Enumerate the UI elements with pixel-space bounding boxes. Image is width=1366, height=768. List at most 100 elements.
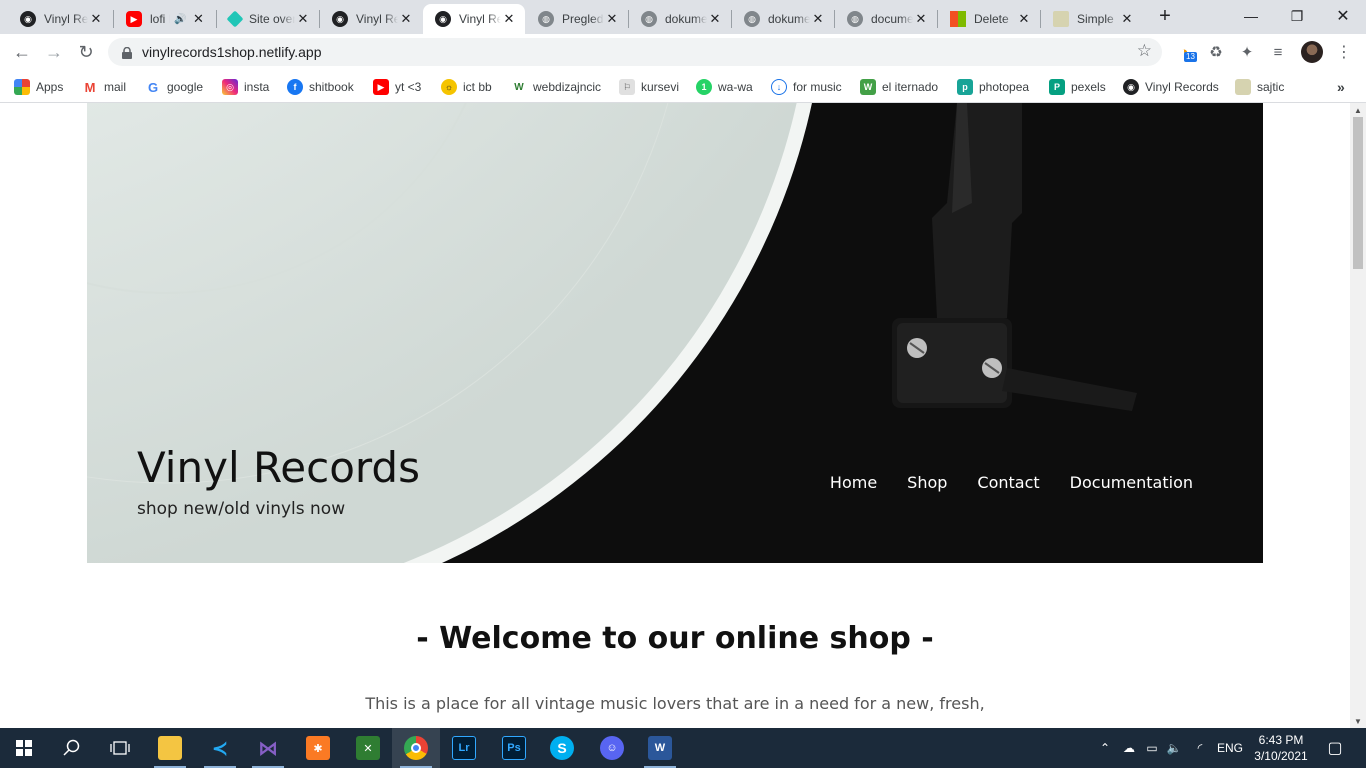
taskbar-photoshop[interactable]: Ps: [490, 728, 538, 768]
extension-badge: 13: [1184, 52, 1197, 62]
close-icon[interactable]: ✕: [398, 11, 414, 27]
menu-kebab-icon[interactable]: ⋮: [1332, 40, 1356, 64]
close-icon[interactable]: ✕: [295, 11, 311, 27]
facebook-icon: f: [287, 79, 303, 95]
close-icon[interactable]: ✕: [707, 11, 723, 27]
media-control-icon[interactable]: ≡: [1266, 40, 1290, 64]
photoshop-icon: Ps: [502, 736, 526, 760]
reload-button[interactable]: ↻: [72, 38, 100, 66]
bookmark-pexels[interactable]: P pexels: [1049, 77, 1106, 97]
nav-shop-link[interactable]: Shop: [907, 473, 947, 492]
google-icon: G: [145, 79, 161, 95]
nav-home-link[interactable]: Home: [830, 473, 877, 492]
close-icon[interactable]: ✕: [913, 11, 929, 27]
bookmark-shitbook[interactable]: f shitbook: [287, 77, 354, 97]
taskbar-chrome[interactable]: [392, 728, 440, 768]
close-icon[interactable]: ✕: [190, 11, 206, 27]
bookmarks-overflow-button[interactable]: »: [1337, 77, 1345, 97]
scroll-up-icon[interactable]: ▲: [1350, 103, 1366, 117]
tab-title: Site overview: [249, 12, 295, 26]
taskbar-file-explorer[interactable]: [146, 728, 194, 768]
onedrive-icon[interactable]: ☁: [1118, 728, 1140, 768]
tray-expand-icon[interactable]: ⌃: [1096, 728, 1114, 768]
battery-icon[interactable]: ▭: [1142, 728, 1162, 768]
bookmark-star-icon[interactable]: ☆: [1137, 41, 1152, 61]
bookmark-mail[interactable]: M mail: [82, 77, 126, 97]
app-icon: ✕: [356, 736, 380, 760]
wifi-icon[interactable]: ◜: [1190, 728, 1210, 768]
back-button[interactable]: ←: [8, 38, 36, 66]
close-icon[interactable]: ✕: [1119, 11, 1135, 27]
close-icon[interactable]: ✕: [604, 11, 620, 27]
tab-pregled[interactable]: ◍ Pregled ✕: [526, 4, 628, 34]
bookmark-yt[interactable]: ▶ yt <3: [373, 77, 421, 97]
taskbar-discord[interactable]: ☺: [588, 728, 636, 768]
tab-lofi[interactable]: ▶ lofi hip hop 🔊 ✕: [114, 4, 216, 34]
start-button[interactable]: [0, 728, 48, 768]
page-scrollbar[interactable]: ▲ ▼: [1350, 103, 1366, 728]
minimize-button[interactable]: —: [1228, 0, 1274, 32]
recycle-extension-icon[interactable]: ♻: [1204, 40, 1228, 64]
tab-delete[interactable]: Delete ✕: [938, 4, 1040, 34]
restore-button[interactable]: ❐: [1274, 0, 1320, 32]
tab-vinyl-records-1[interactable]: ◉ Vinyl Records ✕: [8, 4, 112, 34]
bookmark-google[interactable]: G google: [145, 77, 203, 97]
bookmark-vinyl-records[interactable]: ◉ Vinyl Records: [1123, 77, 1219, 97]
bookmark-label: mail: [104, 80, 127, 94]
word-icon: W: [648, 736, 672, 760]
clock-date: 3/10/2021: [1254, 749, 1308, 763]
whatsapp-icon: 1: [696, 79, 712, 95]
bookmark-wa-wa[interactable]: 1 wa-wa: [696, 77, 753, 97]
bookmark-label: el iternado: [882, 80, 939, 94]
tab-dokumentacija-2[interactable]: ◍ dokumentacija ✕: [732, 4, 834, 34]
forward-button[interactable]: →: [40, 38, 68, 66]
bookmark-for-music[interactable]: ↓ for music: [771, 77, 842, 97]
bookmark-ict-bb[interactable]: ☼ ict bb: [441, 77, 492, 97]
taskbar-vscode[interactable]: ≺: [196, 728, 244, 768]
bookmark-sajtic[interactable]: sajtic: [1235, 77, 1284, 97]
tab-dokumentacija-1[interactable]: ◍ dokumentacija ✕: [629, 4, 731, 34]
close-window-button[interactable]: ✕: [1320, 0, 1366, 32]
tab-simple[interactable]: Simple ✕: [1041, 4, 1143, 34]
bookmark-photopea[interactable]: p photopea: [957, 77, 1029, 97]
taskbar-lightroom[interactable]: Lr: [440, 728, 488, 768]
bookmark-el-iternado[interactable]: W el iternado: [860, 77, 938, 97]
task-view-button[interactable]: [96, 728, 144, 768]
search-button[interactable]: [48, 728, 96, 768]
taskbar-visual-studio[interactable]: ⋈: [244, 728, 292, 768]
close-icon[interactable]: ✕: [501, 11, 517, 27]
taskbar-skype[interactable]: S: [538, 728, 586, 768]
scroll-down-icon[interactable]: ▼: [1350, 714, 1366, 728]
puzzle-extensions-icon[interactable]: ✦: [1235, 40, 1259, 64]
close-icon[interactable]: ✕: [1016, 11, 1032, 27]
chrome-icon: [404, 736, 428, 760]
new-tab-button[interactable]: +: [1154, 5, 1176, 27]
address-bar[interactable]: vinylrecords1shop.netlify.app ☆: [108, 38, 1162, 66]
taskbar-xampp[interactable]: ✱: [294, 728, 342, 768]
close-icon[interactable]: ✕: [88, 11, 104, 27]
wd-icon: W: [511, 79, 527, 95]
scrollbar-thumb[interactable]: [1353, 117, 1363, 269]
language-indicator[interactable]: ENG: [1214, 728, 1246, 768]
close-icon[interactable]: ✕: [810, 11, 826, 27]
rss-extension-icon[interactable]: ◔13: [1172, 40, 1197, 64]
clock[interactable]: 6:43 PM 3/10/2021: [1248, 732, 1314, 764]
task-view-icon: [110, 741, 130, 755]
nav-contact-link[interactable]: Contact: [977, 473, 1039, 492]
bookmark-insta[interactable]: ◎ insta: [222, 77, 269, 97]
tab-documentation[interactable]: ◍ documentation ✕: [835, 4, 937, 34]
tab-vinyl-records-2[interactable]: ◉ Vinyl Records ✕: [320, 4, 422, 34]
hero-banner: Vinyl Records shop new/old vinyls now Ho…: [87, 103, 1263, 563]
taskbar-app[interactable]: ✕: [344, 728, 392, 768]
profile-avatar[interactable]: [1301, 41, 1323, 63]
speaker-icon[interactable]: 🔊: [174, 14, 186, 25]
volume-icon[interactable]: 🔈: [1164, 728, 1184, 768]
nav-documentation-link[interactable]: Documentation: [1070, 473, 1193, 492]
tab-vinyl-records-active[interactable]: ◉ Vinyl Records ✕: [423, 4, 525, 34]
tab-site-overview[interactable]: Site overview ✕: [217, 4, 319, 34]
bookmark-webdizajncic[interactable]: W webdizajncic: [511, 77, 601, 97]
bookmark-apps[interactable]: Apps: [14, 77, 63, 97]
bookmark-kursevi[interactable]: ⚐ kursevi: [619, 77, 679, 97]
taskbar-word[interactable]: W: [636, 728, 684, 768]
notifications-icon[interactable]: ▢: [1320, 728, 1350, 768]
